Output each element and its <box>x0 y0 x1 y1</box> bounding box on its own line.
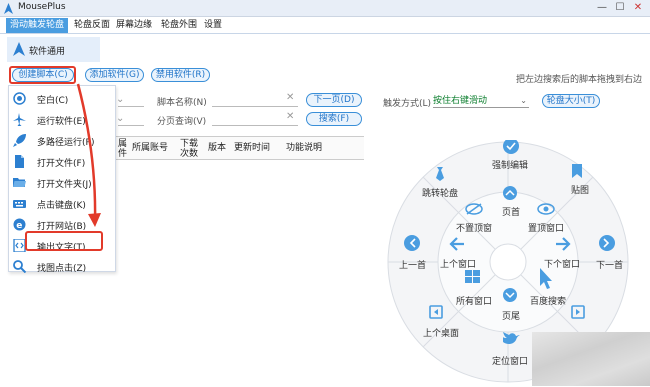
folder-icon <box>13 178 26 187</box>
trigger-mode-label: 触发方式(L) <box>383 99 432 109</box>
tab-settings[interactable]: 设置 <box>200 18 226 33</box>
drag-hint: 把左边搜索后的脚本拖拽到右边 <box>515 75 642 85</box>
wheel-label-page-bottom[interactable]: 页尾 <box>502 309 520 322</box>
highlight-output-text <box>25 231 103 251</box>
menu-bar: 滑动触发轮盘 轮盘反面 屏幕边缘 轮盘外围 设置 <box>0 17 650 34</box>
wheel-label-prev-desktop[interactable]: 上个桌面 <box>423 326 459 339</box>
tab-screen-edge[interactable]: 屏幕边缘 <box>112 18 156 33</box>
arrow-left-circle-icon[interactable] <box>404 235 420 251</box>
menu-item-multipath-run[interactable]: 多路径运行(P) <box>9 130 117 151</box>
col-update-time[interactable]: 更新时间 <box>234 143 270 153</box>
add-software-button[interactable]: 添加软件(G) <box>85 68 144 82</box>
rocket-icon <box>13 134 26 147</box>
next-page-button[interactable]: 下一页(D) <box>306 93 362 107</box>
trigger-mode-value: 按住右键滑动 <box>433 96 488 106</box>
col-version[interactable]: 版本 <box>208 143 226 153</box>
chevron-up-circle-icon[interactable] <box>503 186 517 200</box>
nav-label: 软件通用 <box>29 47 66 57</box>
tab-wheel-outer[interactable]: 轮盘外围 <box>157 18 201 33</box>
col-downloads[interactable]: 下载 次数 <box>180 139 198 159</box>
col-account[interactable]: 所属账号 <box>132 143 168 153</box>
circle-dot-icon <box>13 92 26 105</box>
keyboard-icon <box>13 200 26 208</box>
wheel-label-prev-window[interactable]: 上个窗口 <box>440 257 476 270</box>
navigation-arrow-icon <box>13 42 25 56</box>
wheel-label-page-top[interactable]: 页首 <box>502 205 520 218</box>
file-icon <box>15 155 24 168</box>
menu-item-run-software[interactable]: 运行软件(E) <box>9 109 117 130</box>
wheel-label-unpin-window[interactable]: 不置顶窗 <box>456 221 492 234</box>
tab-wheel-reverse[interactable]: 轮盘反面 <box>70 18 114 33</box>
maximize-button[interactable]: ☐ <box>612 1 628 15</box>
search-button[interactable]: 搜索(F) <box>306 112 362 126</box>
script-table-header: 属 件 所属账号 下载 次数 版本 更新时间 功能说明 <box>116 136 364 160</box>
menu-item-blank[interactable]: 空白(C) <box>9 88 117 109</box>
chevron-down-icon: ⌄ <box>520 96 527 105</box>
menu-item-open-file[interactable]: 打开文件(F) <box>9 151 117 172</box>
title-bar: MousePlus — ☐ ✕ <box>0 0 650 17</box>
wheel-label-prev-track[interactable]: 上一首 <box>399 258 426 271</box>
col-attr[interactable]: 属 件 <box>118 139 127 159</box>
chevron-down-icon[interactable]: ⌄ <box>116 113 124 124</box>
wheel-label-baidu-search[interactable]: 百度搜索 <box>530 294 566 307</box>
wheel-size-button[interactable]: 轮盘大小(T) <box>542 94 600 108</box>
wheel-label-pin-window[interactable]: 置顶窗口 <box>528 221 564 234</box>
chevron-down-circle-icon[interactable] <box>503 288 517 302</box>
col-description[interactable]: 功能说明 <box>286 143 322 153</box>
wheel-label-jump-wheel[interactable]: 跳转轮盘 <box>422 186 458 199</box>
wheel-label-next-track[interactable]: 下一首 <box>596 258 623 271</box>
wheel-label-locate-window[interactable]: 定位窗口 <box>492 354 528 367</box>
ie-browser-icon: e <box>13 218 26 231</box>
menu-item-open-folder[interactable]: 打开文件夹(J) <box>9 172 117 193</box>
clear-icon[interactable]: ✕ <box>286 111 294 122</box>
minimize-button[interactable]: — <box>594 1 610 15</box>
trigger-mode-select[interactable]: 按住右键滑动 ⌄ <box>433 95 529 108</box>
search-icon <box>13 260 26 273</box>
window-title: MousePlus <box>18 2 66 12</box>
arrow-right-circle-icon[interactable] <box>599 235 615 251</box>
disable-software-button[interactable]: 禁用软件(R) <box>151 68 210 82</box>
close-button[interactable]: ✕ <box>630 1 646 15</box>
nav-software-general[interactable]: 软件通用 <box>7 37 100 62</box>
airplane-icon <box>13 113 26 126</box>
chevron-down-icon[interactable]: ⌄ <box>116 94 124 105</box>
wheel-label-next-window[interactable]: 下个窗口 <box>544 257 580 270</box>
decorative-texture <box>532 332 650 386</box>
highlight-create-button <box>9 66 76 84</box>
svg-text:e: e <box>16 221 22 231</box>
clear-icon[interactable]: ✕ <box>286 92 294 103</box>
wheel-label-force-edit[interactable]: 强制编辑 <box>492 158 528 171</box>
wheel-label-paste-image[interactable]: 贴图 <box>571 183 589 196</box>
wheel-label-all-windows[interactable]: 所有窗口 <box>456 294 492 307</box>
app-icon <box>4 3 13 14</box>
script-name-label: 脚本名称(N) <box>157 98 207 108</box>
tab-slide-trigger-wheel[interactable]: 滑动触发轮盘 <box>6 18 69 33</box>
menu-item-find-image-click[interactable]: 找图点击(Z) <box>9 256 117 277</box>
page-query-label: 分页查询(V) <box>157 117 207 127</box>
menu-item-click-keyboard[interactable]: 点击键盘(K) <box>9 193 117 214</box>
